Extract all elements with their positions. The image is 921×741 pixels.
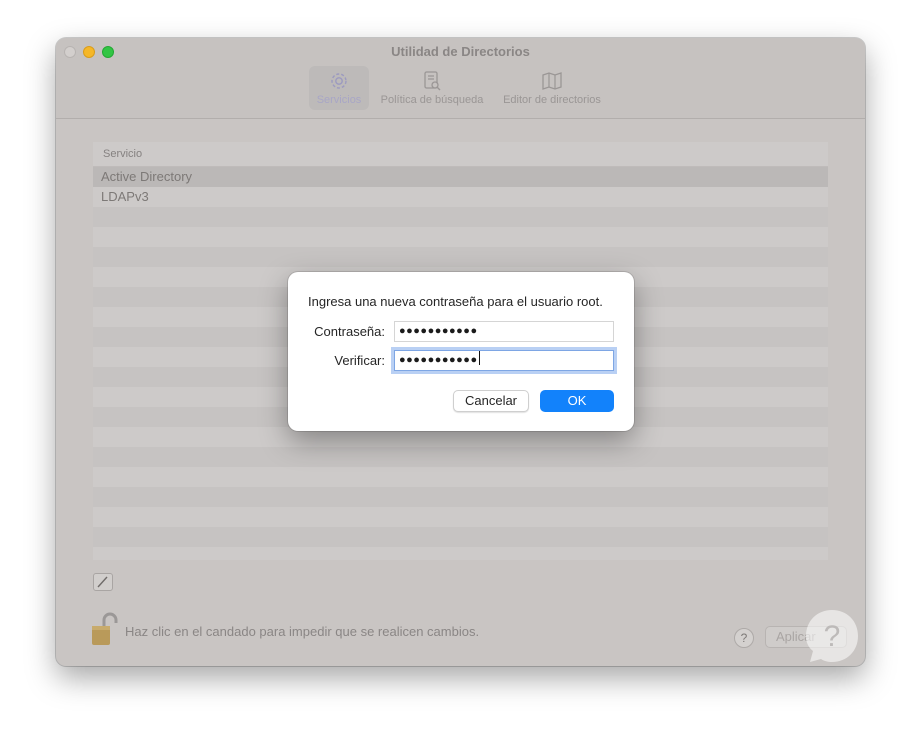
help-button[interactable]: ? <box>734 628 754 648</box>
password-value: ●●●●●●●●●●● <box>399 325 478 337</box>
table-row-empty <box>93 547 828 560</box>
dialog-message: Ingresa una nueva contraseña para el usu… <box>308 294 603 309</box>
lock-icon[interactable] <box>89 612 119 648</box>
verify-label: Verificar: <box>334 353 385 368</box>
ok-button[interactable]: OK <box>540 390 614 412</box>
svg-text:?: ? <box>824 620 841 653</box>
search-policy-icon <box>424 71 441 91</box>
password-field[interactable]: ●●●●●●●●●●● <box>394 321 614 342</box>
title-bar: Utilidad de Directorios Servicios Políti… <box>56 38 865 119</box>
gear-icon <box>331 73 347 89</box>
lock-message: Haz clic en el candado para impedir que … <box>125 624 480 639</box>
window-title: Utilidad de Directorios <box>391 44 530 59</box>
watermark-logo-icon: ? <box>806 610 858 662</box>
tab-search-policy-label: Política de búsqueda <box>380 94 484 106</box>
table-row-empty <box>93 227 828 247</box>
table-row-empty <box>93 527 828 547</box>
text-caret <box>478 351 480 365</box>
verify-password-field[interactable]: ●●●●●●●●●●● <box>394 350 614 371</box>
table-row-empty <box>93 467 828 487</box>
table-row-empty <box>93 247 828 267</box>
root-password-dialog: Ingresa una nueva contraseña para el usu… <box>288 272 634 431</box>
password-label: Contraseña: <box>314 324 385 339</box>
verify-value: ●●●●●●●●●●● <box>399 354 478 366</box>
table-row-empty <box>93 207 828 227</box>
table-row-empty <box>93 447 828 467</box>
edit-service-button[interactable] <box>93 573 113 591</box>
tab-search-policy[interactable]: Política de búsqueda <box>374 66 490 110</box>
map-icon <box>542 72 562 90</box>
cancel-button[interactable]: Cancelar <box>453 390 529 412</box>
table-row-empty <box>93 487 828 507</box>
table-row-empty <box>93 507 828 527</box>
tab-services-label: Servicios <box>316 94 362 106</box>
tab-directory-editor[interactable]: Editor de directorios <box>496 66 608 110</box>
tab-directory-editor-label: Editor de directorios <box>503 94 601 106</box>
table-row-ldapv3[interactable]: LDAPv3 <box>93 187 828 207</box>
table-row-active-directory[interactable]: Active Directory <box>93 167 828 187</box>
pencil-icon <box>97 576 108 588</box>
tab-services[interactable]: Servicios <box>309 66 369 110</box>
column-header-service[interactable]: Servicio <box>93 142 828 167</box>
